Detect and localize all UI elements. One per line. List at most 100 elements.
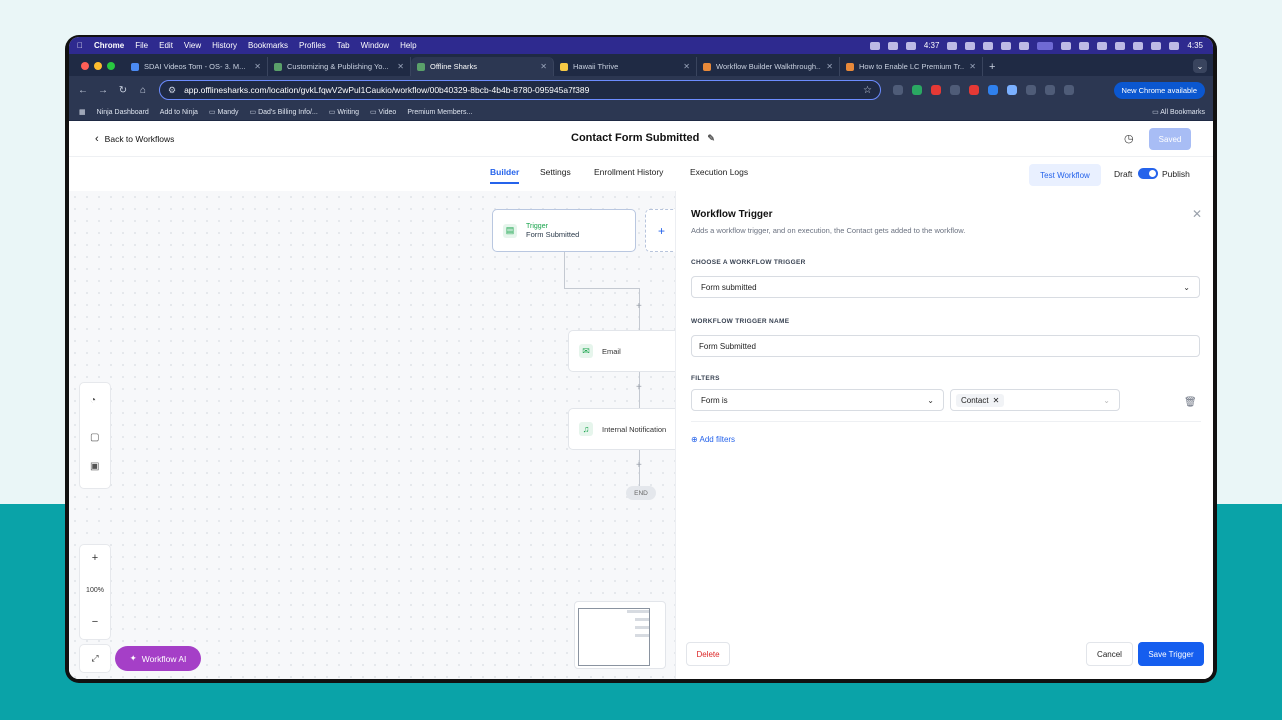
close-tab-icon[interactable]: ✕: [969, 62, 976, 71]
browser-tab-active[interactable]: Offline Sharks ✕: [411, 57, 554, 76]
home-icon[interactable]: ⌂: [133, 85, 153, 96]
menu-profiles[interactable]: Profiles: [299, 41, 326, 50]
wifi-icon[interactable]: [1133, 41, 1144, 50]
extension-icon[interactable]: [1045, 85, 1055, 95]
status-icon[interactable]: [965, 41, 976, 50]
close-tab-icon[interactable]: ✕: [540, 62, 547, 71]
maximize-window-icon[interactable]: [107, 62, 115, 70]
record-icon[interactable]: [947, 41, 958, 50]
menu-history[interactable]: History: [212, 41, 237, 50]
tab-execution-logs[interactable]: Execution Logs: [690, 167, 748, 177]
browser-tab[interactable]: SDAI Videos Tom - OS- 3. M... ✕: [125, 57, 268, 76]
forward-arrow-icon[interactable]: →: [93, 85, 113, 96]
close-tab-icon[interactable]: ✕: [683, 62, 690, 71]
close-tab-icon[interactable]: ✕: [254, 62, 261, 71]
bookmark-folder[interactable]: Dad's Billing Info/...: [250, 108, 318, 116]
status-icon[interactable]: [1079, 41, 1090, 50]
status-icon[interactable]: [1001, 41, 1012, 50]
save-trigger-button[interactable]: Save Trigger: [1138, 642, 1204, 666]
battery-icon[interactable]: [1151, 41, 1162, 50]
delete-button[interactable]: Delete: [686, 642, 730, 666]
bookmark-star-icon[interactable]: ☆: [863, 85, 872, 96]
url-omnibox[interactable]: ⚙ app.offlinesharks.com/location/gvkLfqw…: [159, 80, 881, 100]
menu-file[interactable]: File: [135, 41, 148, 50]
trigger-name-input[interactable]: Form Submitted: [691, 335, 1200, 357]
history-clock-icon[interactable]: ◔: [90, 395, 96, 406]
all-bookmarks-folder[interactable]: All Bookmarks: [1152, 108, 1205, 116]
close-window-icon[interactable]: [81, 62, 89, 70]
apple-icon[interactable]: : [77, 41, 83, 50]
sticky-note-icon[interactable]: ▣: [90, 461, 99, 472]
search-icon[interactable]: [1097, 41, 1108, 50]
bookmark-folder[interactable]: Mandy: [209, 108, 238, 116]
tab-settings[interactable]: Settings: [540, 167, 571, 177]
test-workflow-button[interactable]: Test Workflow: [1029, 164, 1101, 186]
bookmark-folder[interactable]: Video: [370, 108, 397, 116]
status-icon[interactable]: [1115, 41, 1126, 50]
menu-edit[interactable]: Edit: [159, 41, 173, 50]
filter-field-select[interactable]: Form is ⌄: [691, 389, 944, 411]
extension-icon[interactable]: [893, 85, 903, 95]
extension-icon[interactable]: [950, 85, 960, 95]
status-icon[interactable]: [983, 41, 994, 50]
remove-chip-icon[interactable]: ✕: [993, 396, 1000, 405]
site-info-icon[interactable]: ⚙: [168, 85, 176, 96]
internal-notification-node[interactable]: ♫ Internal Notification: [568, 408, 675, 450]
tab-enrollment-history[interactable]: Enrollment History: [594, 167, 663, 177]
cancel-button[interactable]: Cancel: [1086, 642, 1133, 666]
version-history-icon[interactable]: ◷: [1124, 132, 1134, 145]
bookmark-folder[interactable]: Writing: [329, 108, 359, 116]
screen-share-icon[interactable]: [1037, 41, 1054, 50]
status-icon[interactable]: [887, 41, 898, 50]
trigger-type-select[interactable]: Form submitted ⌄: [691, 276, 1200, 298]
extension-icon[interactable]: [931, 85, 941, 95]
edit-pencil-icon[interactable]: ✎: [707, 133, 715, 144]
minimap-viewport[interactable]: [578, 608, 650, 666]
email-node[interactable]: ✉ Email: [568, 330, 675, 372]
menu-view[interactable]: View: [184, 41, 201, 50]
publish-toggle[interactable]: [1138, 168, 1158, 179]
new-tab-button[interactable]: +: [983, 61, 1001, 76]
zoom-in-button[interactable]: +: [80, 552, 110, 564]
extension-icon[interactable]: [912, 85, 922, 95]
status-icon[interactable]: [869, 41, 880, 50]
back-arrow-icon[interactable]: ←: [73, 85, 93, 96]
timer-readout[interactable]: 4:37: [924, 41, 940, 50]
puzzle-extensions-icon[interactable]: [1026, 85, 1036, 95]
menu-help[interactable]: Help: [400, 41, 416, 50]
trash-icon[interactable]: 🗑: [1184, 397, 1197, 408]
fit-screen-icon[interactable]: ⤢: [79, 644, 111, 673]
add-step-plus-icon[interactable]: +: [636, 382, 642, 393]
browser-tab[interactable]: Customizing & Publishing Yo... ✕: [268, 57, 411, 76]
menubar-clock[interactable]: 4:35: [1187, 41, 1203, 50]
add-trigger-button[interactable]: +: [645, 209, 675, 252]
bookmark-item[interactable]: Add to Ninja: [160, 109, 198, 116]
extension-icon[interactable]: [969, 85, 979, 95]
close-tab-icon[interactable]: ✕: [397, 62, 404, 71]
back-to-workflows-link[interactable]: ‹ Back to Workflows: [95, 133, 174, 145]
menu-window[interactable]: Window: [361, 41, 389, 50]
close-tab-icon[interactable]: ✕: [826, 62, 833, 71]
control-center-icon[interactable]: [1169, 41, 1180, 50]
new-chrome-available-button[interactable]: New Chrome available: [1113, 81, 1205, 99]
workflow-ai-button[interactable]: ✦ Workflow AI: [115, 646, 201, 671]
canvas-minimap[interactable]: [574, 601, 666, 669]
add-step-plus-icon[interactable]: +: [636, 460, 642, 471]
workflow-canvas[interactable]: ▤ Trigger Form Submitted + + ✉ Email + ♫…: [69, 191, 675, 679]
filter-value-select[interactable]: Contact ✕ ⌄: [950, 389, 1120, 411]
tab-search-chevron-icon[interactable]: ⌄: [1193, 59, 1207, 73]
extension-icon[interactable]: [988, 85, 998, 95]
add-filters-link[interactable]: ⊕ Add filters: [691, 435, 735, 444]
browser-tab[interactable]: Hawaii Thrive ✕: [554, 57, 697, 76]
menu-chrome[interactable]: Chrome: [94, 41, 124, 50]
add-step-plus-icon[interactable]: +: [636, 301, 642, 312]
browser-tab[interactable]: How to Enable LC Premium Tr... ✕: [840, 57, 983, 76]
menu-tab[interactable]: Tab: [337, 41, 350, 50]
zoom-out-button[interactable]: −: [80, 616, 110, 628]
comment-icon[interactable]: ▢: [90, 432, 99, 443]
bookmark-item[interactable]: Premium Members...: [407, 109, 472, 116]
trigger-node[interactable]: ▤ Trigger Form Submitted: [492, 209, 636, 252]
menu-bookmarks[interactable]: Bookmarks: [248, 41, 288, 50]
browser-tab[interactable]: Workflow Builder Walkthrough... ✕: [697, 57, 840, 76]
tab-builder[interactable]: Builder: [490, 167, 520, 184]
